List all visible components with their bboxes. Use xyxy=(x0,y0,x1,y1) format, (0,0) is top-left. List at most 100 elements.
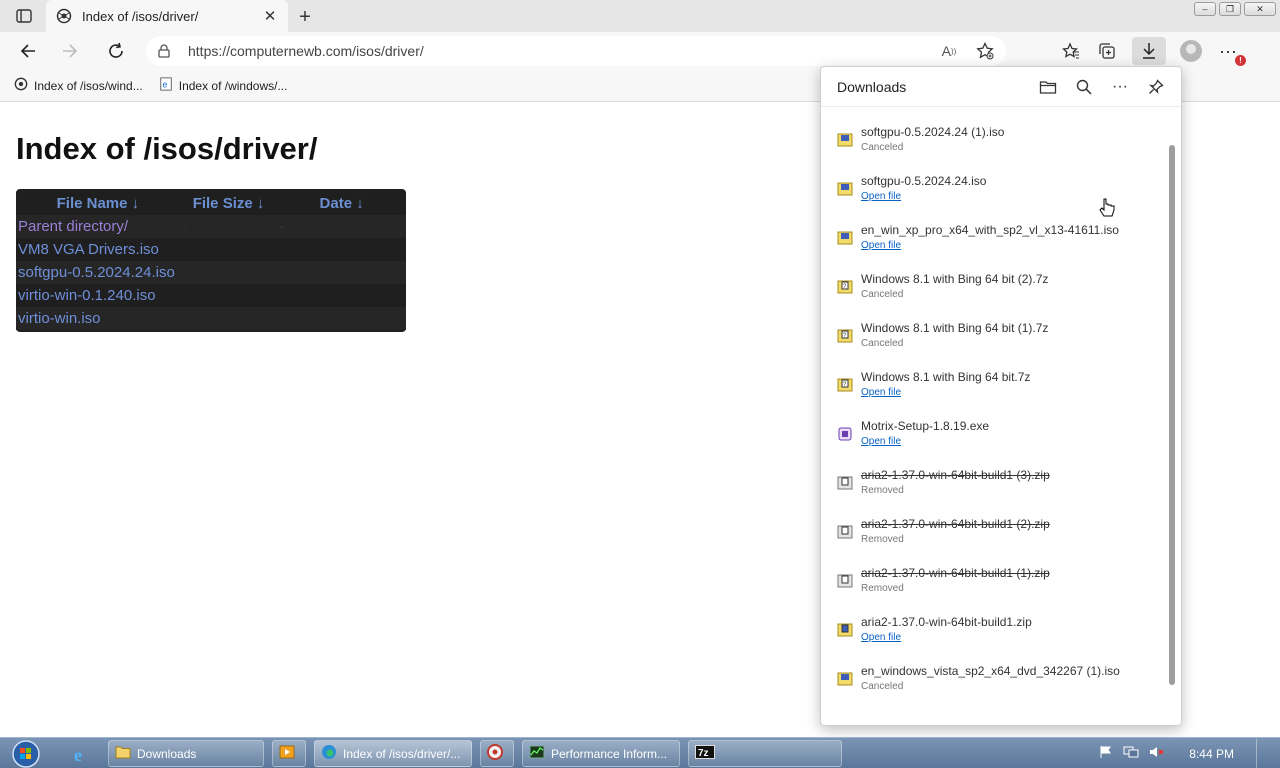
taskbar-7zip[interactable]: 7z xyxy=(688,740,842,767)
table-row: softgpu-0.5.2024.24.iso xyxy=(16,261,406,284)
more-options-icon[interactable]: ··· xyxy=(1109,77,1131,97)
disc-image-icon xyxy=(837,181,853,197)
taskbar-edge-browser[interactable]: Index of /isos/driver/... xyxy=(314,740,472,767)
taskbar-button-label: Performance Inform... xyxy=(551,746,668,761)
download-status: Canceled xyxy=(861,338,904,349)
clock[interactable]: 8:44 PM xyxy=(1189,747,1234,761)
zip-icon xyxy=(837,622,853,638)
show-desktop-button[interactable] xyxy=(1256,738,1268,768)
download-item[interactable]: aria2-1.37.0-win-64bit-build1 (3).zip Rem… xyxy=(821,462,1167,511)
download-item[interactable]: softgpu-0.5.2024.24 (1).iso Canceled xyxy=(821,119,1167,168)
notification-badge-icon: ! xyxy=(1235,54,1246,66)
pin-icon[interactable] xyxy=(1145,77,1167,97)
svg-text:7z: 7z xyxy=(698,748,709,759)
close-tab-icon[interactable]: ✕ xyxy=(262,8,278,25)
add-favorite-icon[interactable] xyxy=(974,41,996,61)
ie-page-icon: e xyxy=(159,77,173,94)
download-item[interactable]: en_windows_vista_sp2_x64_dvd_342267 (1).… xyxy=(821,658,1167,707)
download-name: softgpu-0.5.2024.24.iso xyxy=(861,174,987,188)
open-file-link[interactable]: Open file xyxy=(861,434,989,449)
new-tab-button[interactable]: + xyxy=(294,6,316,28)
settings-more-button[interactable]: ···! xyxy=(1216,41,1246,66)
download-name: aria2-1.37.0-win-64bit-build1.zip xyxy=(861,615,1032,629)
table-row: virtio-win.iso xyxy=(16,307,406,330)
file-date: - xyxy=(277,215,406,238)
mouse-cursor-icon xyxy=(1098,198,1116,225)
site-favicon-icon xyxy=(14,77,28,94)
downloads-scrollbar[interactable] xyxy=(1169,145,1175,685)
url-text[interactable]: https://computernewb.com/isos/driver/ xyxy=(188,43,424,59)
start-button[interactable] xyxy=(8,738,44,768)
ie-taskbar-icon[interactable]: e xyxy=(66,740,100,767)
download-item[interactable]: ? Windows 8.1 with Bing 64 bit (2).7z Can… xyxy=(821,266,1167,315)
taskbar-media-player[interactable] xyxy=(272,740,306,767)
profile-avatar[interactable] xyxy=(1180,40,1202,62)
column-file-name[interactable]: File Name ↓ xyxy=(16,191,180,215)
7zip-icon: 7z xyxy=(695,745,715,762)
download-item[interactable]: aria2-1.37.0-win-64bit-build1 (2).zip Rem… xyxy=(821,511,1167,560)
file-link[interactable]: softgpu-0.5.2024.24.iso xyxy=(18,264,175,281)
file-date xyxy=(277,238,406,261)
column-date[interactable]: Date ↓ xyxy=(277,191,406,215)
favorite-label: Index of /windows/... xyxy=(178,78,288,93)
file-link[interactable]: Parent directory/ xyxy=(18,218,128,235)
column-file-size[interactable]: File Size ↓ xyxy=(180,191,278,215)
search-icon[interactable] xyxy=(1073,77,1095,97)
open-file-link[interactable]: Open file xyxy=(861,238,1119,253)
media-player-icon xyxy=(279,745,295,762)
lock-icon[interactable] xyxy=(158,44,174,58)
forward-button[interactable] xyxy=(58,40,82,62)
download-status: Canceled xyxy=(861,142,904,153)
file-date xyxy=(277,284,406,307)
action-center-flag-icon[interactable] xyxy=(1099,745,1113,762)
folder-icon[interactable] xyxy=(1037,77,1059,97)
taskbar-button-label: Downloads xyxy=(137,746,197,761)
file-date xyxy=(277,261,406,284)
restore-button[interactable]: ❐ xyxy=(1219,2,1241,16)
address-bar[interactable]: https://computernewb.com/isos/driver/ A)… xyxy=(146,36,1006,66)
favorite-label: Index of /isos/wind... xyxy=(34,78,143,93)
edge-icon xyxy=(321,744,337,763)
download-name: aria2-1.37.0-win-64bit-build1 (2).zip xyxy=(861,517,1050,531)
taskbar-app[interactable] xyxy=(480,740,514,767)
minimize-button[interactable]: – xyxy=(1194,2,1216,16)
back-button[interactable] xyxy=(16,40,40,62)
download-item[interactable]: ? Windows 8.1 with Bing 64 bit (1).7z Can… xyxy=(821,315,1167,364)
favorite-item[interactable]: Index of /isos/wind... xyxy=(14,77,143,94)
tab-active[interactable]: Index of /isos/driver/ ✕ xyxy=(46,0,288,32)
performance-icon xyxy=(529,745,545,762)
taskbar-explorer-downloads[interactable]: Downloads xyxy=(108,740,264,767)
window-controls: – ❐ ✕ xyxy=(1194,2,1276,16)
favorites-icon[interactable] xyxy=(1060,41,1082,61)
downloads-header: Downloads ··· xyxy=(821,67,1181,107)
favorite-item[interactable]: e Index of /windows/... xyxy=(159,77,288,94)
open-file-link[interactable]: Open file xyxy=(861,385,1030,400)
volume-muted-icon[interactable] xyxy=(1149,745,1165,762)
download-name: en_windows_vista_sp2_x64_dvd_342267 (1).… xyxy=(861,664,1120,678)
file-size xyxy=(179,261,278,284)
refresh-button[interactable] xyxy=(104,40,128,62)
file-link[interactable]: virtio-win.iso xyxy=(18,310,101,327)
file-link[interactable]: VM8 VGA Drivers.iso xyxy=(18,241,159,258)
table-row: virtio-win-0.1.240.iso xyxy=(16,284,406,307)
open-file-link[interactable]: Open file xyxy=(861,189,986,204)
close-window-button[interactable]: ✕ xyxy=(1244,2,1276,16)
disc-image-icon xyxy=(837,671,853,687)
download-item[interactable]: aria2-1.37.0-win-64bit-build1.zip Open fi… xyxy=(821,609,1167,658)
table-row: VM8 VGA Drivers.iso xyxy=(16,238,406,261)
download-item[interactable]: Motrix-Setup-1.8.19.exe Open file xyxy=(821,413,1167,462)
network-icon[interactable] xyxy=(1123,745,1139,762)
tab-actions-icon[interactable] xyxy=(12,6,36,26)
folder-icon xyxy=(115,745,131,762)
downloads-button[interactable] xyxy=(1132,37,1166,65)
collections-icon[interactable] xyxy=(1096,41,1118,61)
read-aloud-icon[interactable]: A)) xyxy=(938,41,960,61)
archive-icon: ? xyxy=(837,328,853,344)
download-name: aria2-1.37.0-win-64bit-build1 (3).zip xyxy=(861,468,1050,482)
download-item[interactable]: ? Windows 8.1 with Bing 64 bit.7z Open fi… xyxy=(821,364,1167,413)
file-link[interactable]: virtio-win-0.1.240.iso xyxy=(18,287,156,304)
open-file-link[interactable]: Open file xyxy=(861,630,1032,645)
download-item[interactable]: aria2-1.37.0-win-64bit-build1 (1).zip Rem… xyxy=(821,560,1167,609)
taskbar-performance-monitor[interactable]: Performance Inform... xyxy=(522,740,680,767)
file-size xyxy=(180,238,278,261)
